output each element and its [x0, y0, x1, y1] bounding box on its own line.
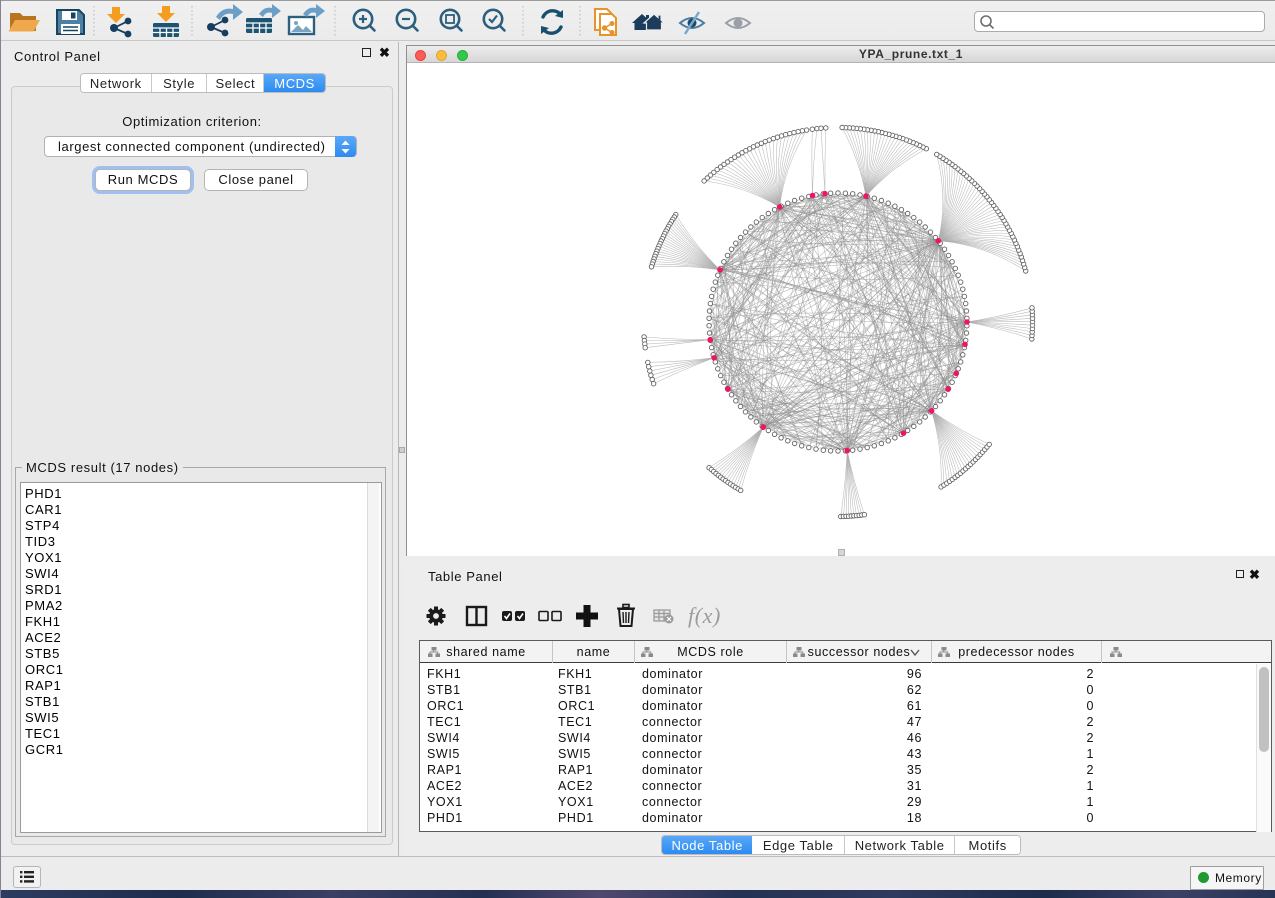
- svg-text:f(x): f(x): [688, 603, 721, 628]
